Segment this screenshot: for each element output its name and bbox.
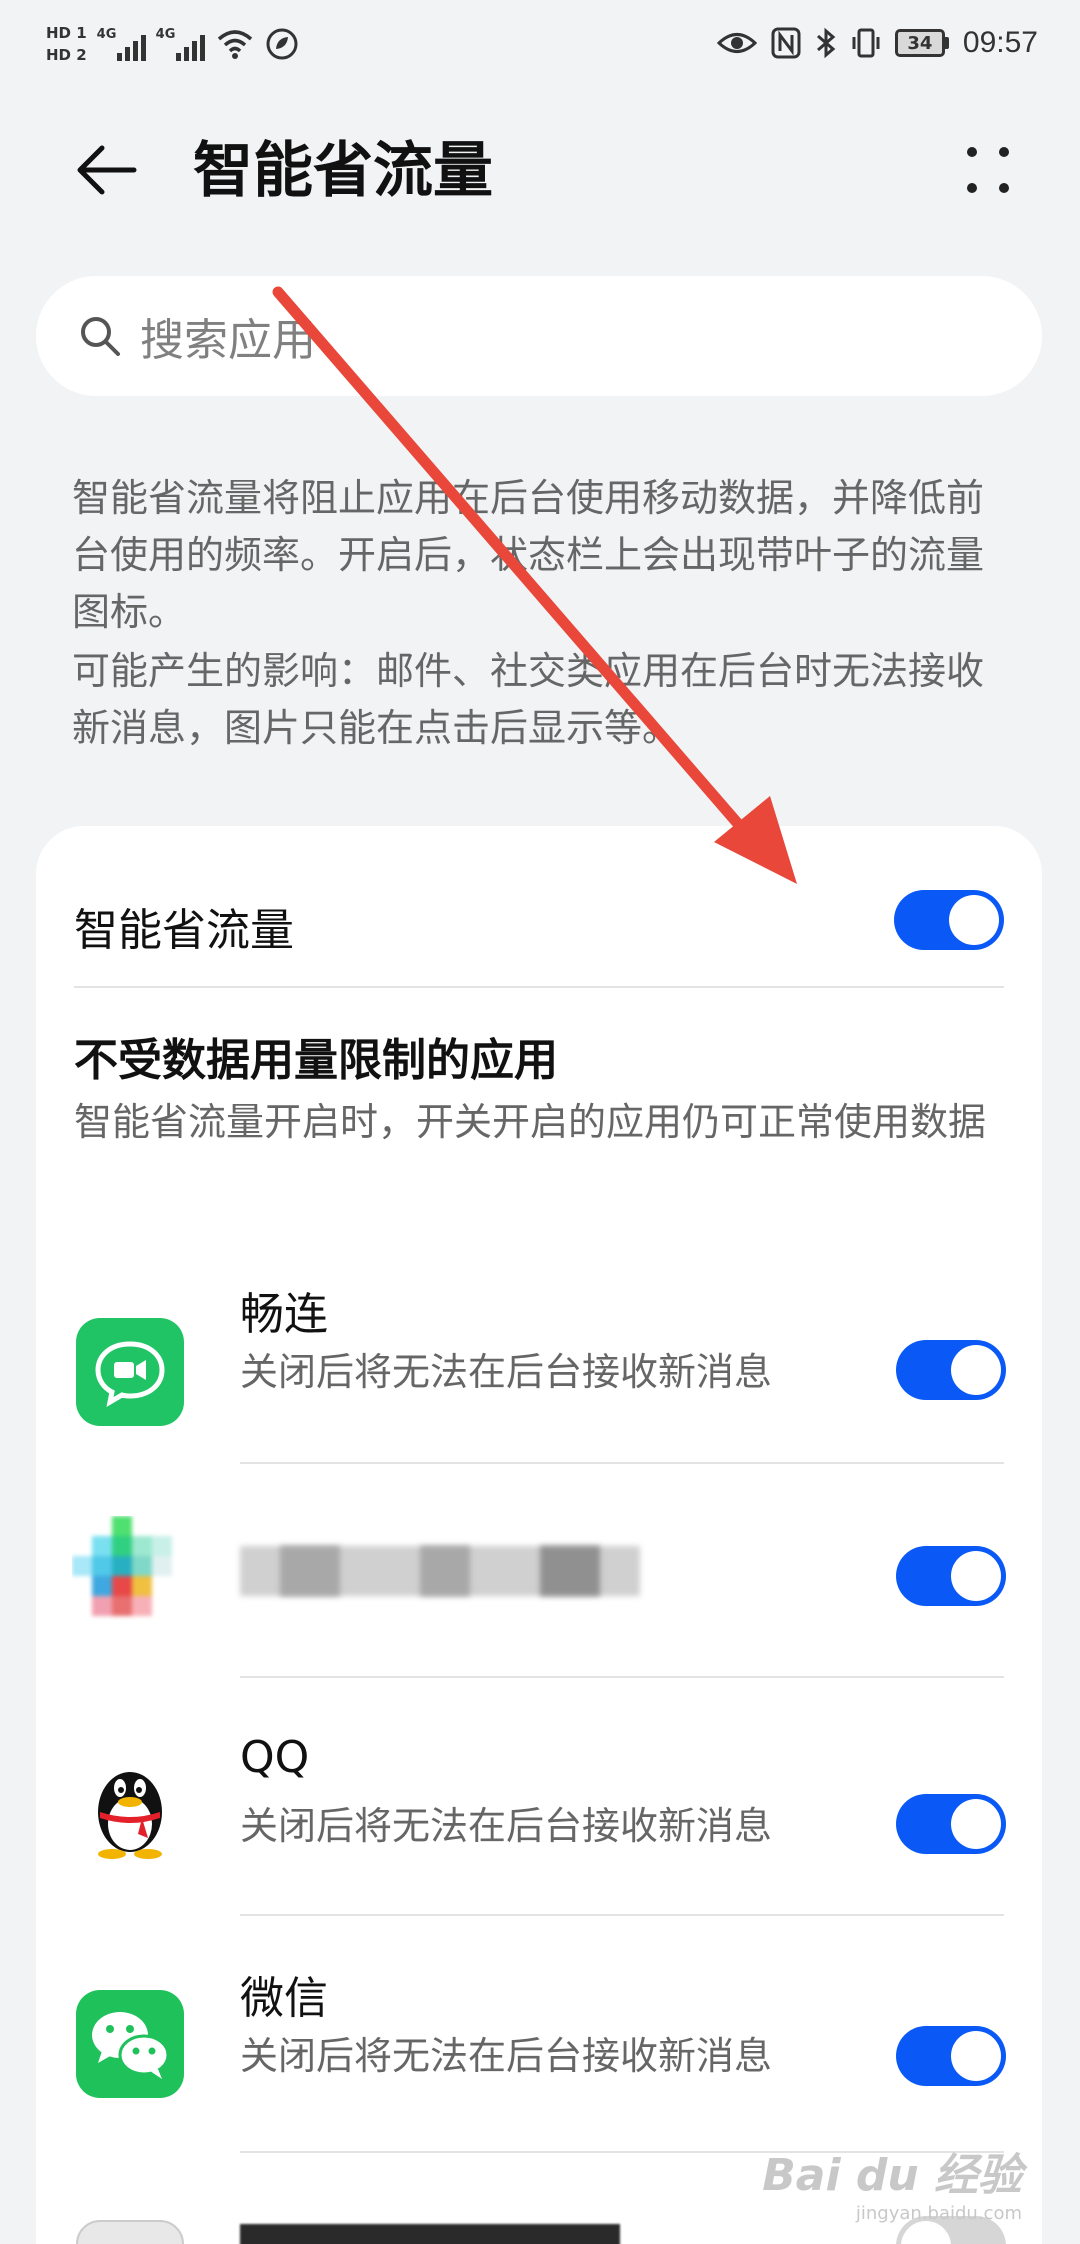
unrestricted-apps-title: 不受数据用量限制的应用 [74,1035,558,1086]
app-name: QQ [240,1732,310,1783]
hd2-label: HD 2 [46,46,87,64]
app-switch-qq[interactable] [896,1794,1006,1854]
data-saver-leaf-icon [266,28,298,60]
network-2-label: 4G [155,27,176,42]
app-name: 微信 [240,1973,328,2024]
status-left: HD 1 HD 2 4G 4G [46,14,299,74]
page-title: 智能省流量 [193,136,493,206]
vibrate-icon [852,28,880,58]
divider [240,1462,1004,1464]
divider [240,1676,1004,1678]
search-input[interactable]: 搜索应用 [36,276,1042,396]
watermark: Bai du 经验 jingyan.baidu.com [762,2139,1022,2224]
status-bar: HD 1 HD 2 4G 4G 34 09:57 [0,0,1080,84]
keyboard-app-icon: A [76,2220,184,2244]
app-switch-changlian[interactable] [896,1340,1006,1400]
back-button[interactable] [70,138,142,202]
app-row-wechat: 微信 关闭后将无法在后台接收新消息 [36,1942,1042,2152]
app-row-qq: QQ 关闭后将无法在后台接收新消息 [36,1706,1042,1906]
app-subtitle: 关闭后将无法在后台接收新消息 [240,1350,773,1394]
app-switch-wechat[interactable] [896,2026,1006,2086]
arrow-left-icon [77,145,137,195]
more-options-button[interactable] [956,138,1020,202]
watermark-url: jingyan.baidu.com [855,2203,1022,2224]
app-bar: 智能省流量 [0,110,1080,230]
unrestricted-apps-subtitle: 智能省流量开启时，开关开启的应用仍可正常使用数据 [74,1100,987,1144]
app-name: 畅连 [240,1289,328,1340]
smart-data-saver-label: 智能省流量 [74,905,294,956]
clock: 09:57 [962,26,1038,59]
nfc-icon [771,27,801,59]
app-row-blurred [36,1466,1042,1676]
hd-indicators: HD 1 HD 2 [46,24,87,64]
status-right: 34 09:57 [716,18,1038,68]
description-paragraph-1: 智能省流量将阻止应用在后台使用移动数据，并降低前台使用的频率。开启后，状态栏上会… [72,476,985,634]
blurred-app-name [240,1546,640,1596]
app-subtitle: 关闭后将无法在后台接收新消息 [240,2034,773,2078]
feature-description: 智能省流量将阻止应用在后台使用移动数据，并降低前台使用的频率。开启后，状态栏上会… [72,470,1012,757]
divider [74,986,1004,988]
watermark-brand: Bai du 经验 [762,2150,1022,2201]
battery-level: 34 [894,29,945,57]
battery-icon: 34 [894,29,949,57]
hd1-label: HD 1 [46,24,87,42]
changlian-icon [76,1318,184,1426]
app-subtitle: 关闭后将无法在后台接收新消息 [240,1804,773,1848]
divider [240,1914,1004,1916]
search-icon [81,317,120,356]
smart-data-saver-row[interactable]: 智能省流量 [74,866,1004,976]
search-placeholder: 搜索应用 [140,315,316,366]
blurred-app-icon [72,1516,192,1636]
wifi-icon [217,30,252,59]
smart-data-saver-switch[interactable] [894,890,1004,950]
wechat-icon [76,1990,184,2098]
app-switch-blurred[interactable] [896,1546,1006,1606]
signal-1-icon: 4G [97,27,146,61]
app-row-changlian: 畅连 关闭后将无法在后台接收新消息 [36,1256,1042,1456]
more-dots-icon [967,147,1009,193]
signal-2-icon: 4G [156,27,205,61]
description-paragraph-2: 可能产生的影响：邮件、社交类应用在后台时无法接收新消息，图片只能在点击后显示等。 [72,649,985,750]
eye-icon [716,33,757,53]
qq-penguin-icon [76,1754,184,1862]
settings-card: 智能省流量 不受数据用量限制的应用 智能省流量开启时，开关开启的应用仍可正常使用… [36,826,1042,2244]
network-1-label: 4G [96,27,117,42]
partial-app-name [240,2224,640,2244]
bluetooth-icon [816,27,836,59]
